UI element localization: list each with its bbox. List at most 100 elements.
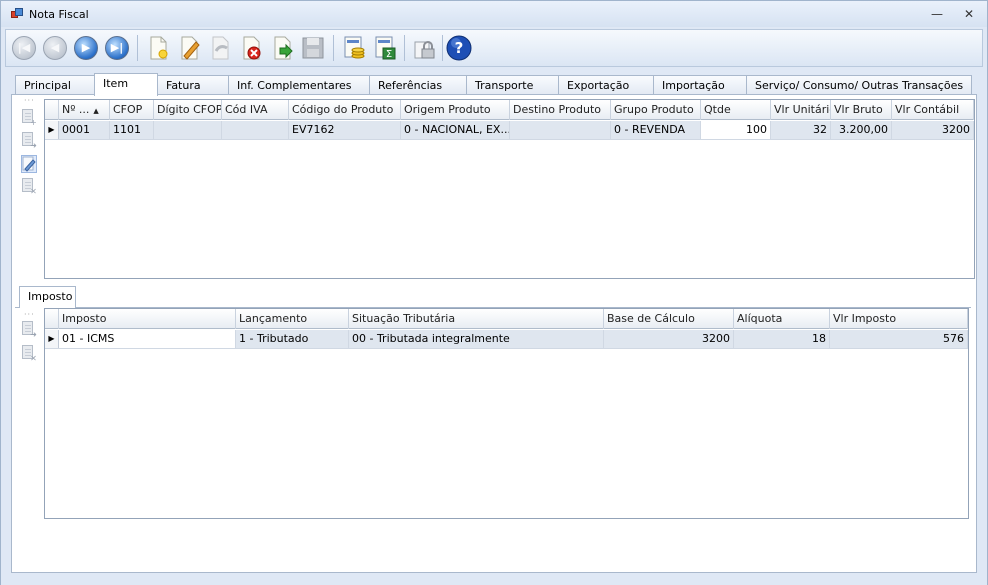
row-pointer-icon[interactable]: ▶: [45, 121, 59, 139]
toolbar-separator: [137, 35, 138, 61]
col-lancamento[interactable]: Lançamento: [236, 309, 349, 329]
close-button[interactable]: ✕: [959, 6, 979, 22]
cell-cfop[interactable]: 1101: [110, 121, 154, 139]
grip-dots: ···: [24, 96, 35, 105]
imposto-tab-border: [15, 307, 971, 308]
status-bar: [1, 577, 987, 585]
tab-item[interactable]: Item: [94, 73, 158, 96]
toolbar-separator: [404, 35, 405, 61]
tab-servico-consumo[interactable]: Serviço/ Consumo/ Outras Transações: [746, 75, 972, 95]
edit-button[interactable]: [175, 34, 203, 62]
col-digito-cfop[interactable]: Dígito CFOP: [154, 100, 222, 120]
items-grid-header: Nº ... ▲ CFOP Dígito CFOP Cód IVA Código …: [45, 100, 974, 120]
calculate-button[interactable]: Σ: [371, 34, 399, 62]
new-document-icon: [150, 36, 168, 60]
cell-situacao-tributaria[interactable]: 00 - Tributada integralmente: [349, 330, 604, 348]
cell-digito-cfop[interactable]: [154, 121, 222, 139]
row-indicator-header: [45, 309, 59, 329]
remove-item-button[interactable]: ✕: [21, 178, 37, 196]
undo-icon: [212, 36, 229, 60]
last-record-button[interactable]: ▶|: [103, 34, 131, 62]
tab-inf-complementares[interactable]: Inf. Complementares: [228, 75, 370, 95]
add-item-button[interactable]: +: [21, 109, 37, 127]
save-button[interactable]: [299, 34, 327, 62]
remove-icon: ✕: [30, 354, 37, 363]
cell-vlr-imposto[interactable]: 576: [830, 330, 968, 348]
insert-imposto-button[interactable]: ➜: [21, 321, 37, 339]
tab-importacao[interactable]: Importação: [653, 75, 747, 95]
cell-base-calculo[interactable]: 3200: [604, 330, 734, 348]
tab-transporte[interactable]: Transporte: [466, 75, 559, 95]
col-cod-iva[interactable]: Cód IVA: [222, 100, 289, 120]
item-side-toolbar: ··· + ➜ ✕: [18, 96, 40, 199]
previous-record-icon: ◀: [50, 41, 60, 54]
tab-principal[interactable]: Principal: [15, 75, 95, 95]
cell-qtde[interactable]: 100: [701, 121, 771, 139]
cell-vlr-contabil[interactable]: 3200: [892, 121, 974, 139]
col-imposto[interactable]: Imposto: [59, 309, 236, 329]
tab-imposto[interactable]: Imposto: [19, 286, 76, 308]
col-vlr-imposto[interactable]: Vlr Imposto: [830, 309, 968, 329]
delete-icon: [243, 36, 261, 60]
cell-numero[interactable]: 0001: [59, 121, 110, 139]
cell-cod-iva[interactable]: [222, 121, 289, 139]
tab-exportacao[interactable]: Exportação: [558, 75, 654, 95]
col-destino-produto[interactable]: Destino Produto: [510, 100, 611, 120]
edit-item-button[interactable]: [21, 155, 37, 173]
help-icon: ?: [446, 35, 472, 61]
col-base-calculo[interactable]: Base de Cálculo: [604, 309, 734, 329]
cell-vlr-unitario[interactable]: 32: [771, 121, 831, 139]
lock-icon: [414, 41, 435, 59]
arrow-icon: ➜: [30, 330, 37, 339]
coins-document-icon: [344, 36, 365, 59]
cell-origem-produto[interactable]: 0 - NACIONAL, EX...: [401, 121, 510, 139]
cell-vlr-bruto[interactable]: 3.200,00: [831, 121, 892, 139]
toolbar: |◀ ◀ ▶ ▶| Σ ?: [5, 29, 983, 67]
row-indicator-header: [45, 100, 59, 120]
undo-button[interactable]: [206, 34, 234, 62]
edit-pencil-icon: [22, 156, 36, 172]
col-aliquota[interactable]: Alíquota: [734, 309, 830, 329]
lock-button[interactable]: [411, 34, 439, 62]
cell-imposto[interactable]: 01 - ICMS: [59, 330, 236, 348]
imposto-grid-header: Imposto Lançamento Situação Tributária B…: [45, 309, 968, 329]
table-row[interactable]: ▶ 01 - ICMS 1 - Tributado 00 - Tributada…: [45, 330, 968, 349]
cell-destino-produto[interactable]: [510, 121, 611, 139]
col-codigo-produto[interactable]: Código do Produto: [289, 100, 401, 120]
col-situacao-tributaria[interactable]: Situação Tributária: [349, 309, 604, 329]
table-row[interactable]: ▶ 0001 1101 EV7162 0 - NACIONAL, EX... 0…: [45, 121, 974, 140]
col-numero[interactable]: Nº ... ▲: [59, 100, 110, 120]
cell-grupo-produto[interactable]: 0 - REVENDA: [611, 121, 701, 139]
item-tab-panel: ··· + ➜ ✕ Nº ... ▲ CFOP Dígito CFOP Cód …: [11, 94, 977, 573]
next-record-button[interactable]: ▶: [72, 34, 100, 62]
help-button[interactable]: ?: [445, 34, 473, 62]
imposto-grid: Imposto Lançamento Situação Tributária B…: [44, 308, 969, 519]
remove-imposto-button[interactable]: ✕: [21, 345, 37, 363]
cell-codigo-produto[interactable]: EV7162: [289, 121, 401, 139]
cell-lancamento[interactable]: 1 - Tributado: [236, 330, 349, 348]
col-vlr-bruto[interactable]: Vlr Bruto: [831, 100, 892, 120]
cell-aliquota[interactable]: 18: [734, 330, 830, 348]
col-qtde[interactable]: Qtde: [701, 100, 771, 120]
app-icon: [11, 8, 23, 20]
row-pointer-icon[interactable]: ▶: [45, 330, 59, 348]
col-grupo-produto[interactable]: Grupo Produto: [611, 100, 701, 120]
nota-fiscal-window: Nota Fiscal — ✕ |◀ ◀ ▶ ▶| Σ ? Principal …: [0, 0, 988, 585]
sort-ascending-icon: ▲: [93, 107, 99, 115]
delete-button[interactable]: [237, 34, 265, 62]
insert-item-button[interactable]: ➜: [21, 132, 37, 150]
export-button[interactable]: [268, 34, 296, 62]
first-record-button[interactable]: |◀: [10, 34, 38, 62]
col-vlr-contabil[interactable]: Vlr Contábil: [892, 100, 974, 120]
tab-fatura[interactable]: Fatura: [157, 75, 229, 95]
new-button[interactable]: [144, 34, 172, 62]
items-grid: Nº ... ▲ CFOP Dígito CFOP Cód IVA Código …: [44, 99, 975, 279]
col-vlr-unitario[interactable]: Vlr Unitário: [771, 100, 831, 120]
tab-referencias[interactable]: Referências: [369, 75, 467, 95]
pencil-icon: [181, 36, 200, 60]
col-cfop[interactable]: CFOP: [110, 100, 154, 120]
finance-button[interactable]: [340, 34, 368, 62]
col-origem-produto[interactable]: Origem Produto: [401, 100, 510, 120]
minimize-button[interactable]: —: [927, 6, 947, 22]
previous-record-button[interactable]: ◀: [41, 34, 69, 62]
